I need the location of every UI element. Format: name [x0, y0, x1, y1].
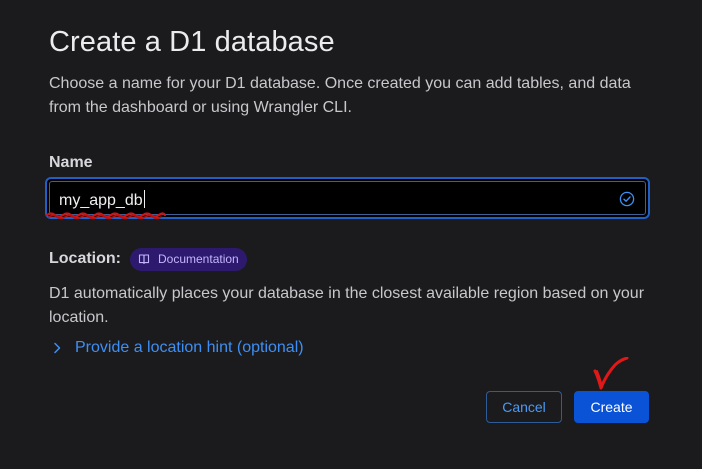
documentation-badge-label: Documentation	[158, 252, 239, 266]
name-input-value[interactable]: my_app_db	[59, 190, 145, 210]
cancel-button[interactable]: Cancel	[486, 391, 562, 423]
red-checkmark-annotation	[593, 357, 629, 390]
chevron-right-icon	[54, 342, 61, 354]
name-label: Name	[49, 154, 93, 171]
create-button[interactable]: Create	[574, 391, 649, 423]
location-hint-link[interactable]: Provide a location hint (optional)	[49, 337, 304, 359]
location-label: Location:	[49, 250, 121, 267]
page-title: Create a D1 database	[49, 26, 335, 58]
location-row: Location: Documentation	[49, 247, 247, 271]
check-circle-icon	[619, 191, 635, 207]
text-caret	[143, 190, 145, 208]
name-input-text: my_app_db	[59, 192, 143, 209]
documentation-badge[interactable]: Documentation	[130, 247, 247, 271]
book-icon	[138, 254, 150, 265]
location-hint-label: Provide a location hint (optional)	[75, 339, 304, 356]
spellcheck-underline-annotation	[45, 212, 167, 220]
location-description: D1 automatically places your database in…	[49, 285, 645, 326]
page-description: Choose a name for your D1 database. Once…	[49, 75, 631, 116]
create-database-dialog: Create a D1 database Choose a name for y…	[45, 0, 651, 469]
